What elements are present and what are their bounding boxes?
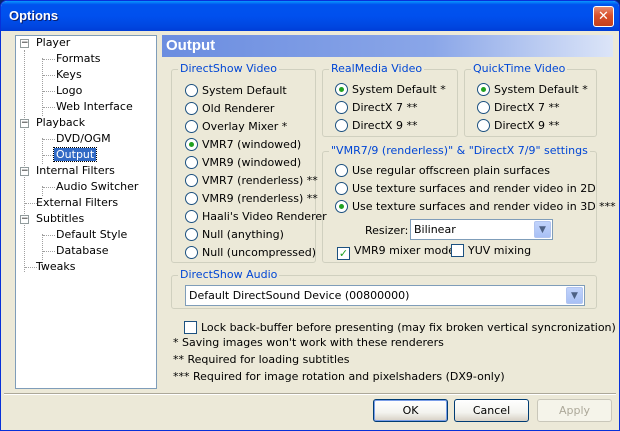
renderless-settings-title: "VMR7/9 (renderless)" & "DirectX 7/9" se… (329, 144, 590, 157)
chevron-down-icon: ▼ (534, 221, 551, 238)
yuv-mixing-checkbox[interactable]: YUV mixing (451, 243, 531, 259)
panel-title: Output (166, 37, 216, 54)
audio-device-value: Default DirectSound Device (00800000) (189, 289, 410, 302)
tree-item-playback[interactable]: Playback (34, 115, 87, 131)
directshow-video-title: DirectShow Video (178, 62, 279, 75)
tree-item-dvd-ogm[interactable]: DVD/OGM (54, 131, 113, 147)
cancel-button[interactable]: Cancel (454, 399, 529, 422)
directshow-audio-title: DirectShow Audio (178, 268, 280, 281)
tree-item-default-style[interactable]: Default Style (54, 227, 129, 243)
rm-radio-system-default[interactable]: System Default * (335, 82, 446, 98)
quicktime-video-group: QuickTime Video System Default * DirectX… (464, 62, 597, 137)
rm-radio-directx7[interactable]: DirectX 7 ** (335, 100, 417, 116)
expander-internal-filters[interactable]: − (20, 167, 29, 176)
resizer-value: Bilinear (414, 223, 456, 236)
tree-item-subtitles[interactable]: Subtitles (34, 211, 86, 227)
ds-radio-overlay-mixer[interactable]: Overlay Mixer * (185, 119, 287, 135)
note-saving-images: * Saving images won't work with these re… (173, 336, 444, 349)
window-title: Options (9, 8, 59, 23)
expander-playback[interactable]: − (20, 119, 29, 128)
tree-item-database[interactable]: Database (54, 243, 111, 259)
qt-radio-system-default[interactable]: System Default * (477, 82, 588, 98)
ds-radio-system-default[interactable]: System Default (185, 83, 287, 99)
directshow-audio-group: DirectShow Audio Default DirectSound Dev… (171, 268, 597, 309)
tree-item-player[interactable]: Player (34, 35, 72, 51)
options-tree[interactable]: − Player Formats Keys Logo Web Interface… (15, 35, 157, 389)
qt-radio-directx9[interactable]: DirectX 9 ** (477, 118, 559, 134)
rs-radio-texture-3d[interactable]: Use texture surfaces and render video in… (335, 199, 616, 215)
quicktime-video-title: QuickTime Video (471, 62, 568, 75)
vmr9-mixer-mode-checkbox[interactable]: ✓ VMR9 mixer mode (337, 243, 455, 260)
ds-radio-vmr9-renderless[interactable]: VMR9 (renderless) ** (185, 191, 318, 207)
resizer-label: Resizer: (365, 224, 409, 237)
realmedia-video-title: RealMedia Video (329, 62, 425, 75)
ds-radio-old-renderer[interactable]: Old Renderer (185, 101, 274, 117)
tree-item-keys[interactable]: Keys (54, 67, 84, 83)
ds-radio-vmr9-windowed[interactable]: VMR9 (windowed) (185, 155, 301, 171)
ds-radio-vmr7-renderless[interactable]: VMR7 (renderless) ** (185, 173, 318, 189)
rm-radio-directx9[interactable]: DirectX 9 ** (335, 118, 417, 134)
lock-backbuffer-checkbox[interactable]: Lock back-buffer before presenting (may … (184, 320, 616, 336)
footer-divider (4, 393, 616, 395)
expander-player[interactable]: − (20, 39, 29, 48)
close-icon: ✕ (598, 9, 609, 24)
expander-subtitles[interactable]: − (20, 215, 29, 224)
ds-radio-vmr7-windowed[interactable]: VMR7 (windowed) (185, 137, 301, 153)
ds-radio-haali[interactable]: Haali's Video Renderer (185, 209, 327, 225)
ds-radio-null-uncompressed[interactable]: Null (uncompressed) (185, 245, 316, 261)
options-window: Options ✕ − Player Formats Keys Logo Web… (0, 0, 620, 431)
rs-radio-texture-2d[interactable]: Use texture surfaces and render video in… (335, 181, 596, 197)
ds-radio-null-anything[interactable]: Null (anything) (185, 227, 284, 243)
resizer-select[interactable]: Bilinear ▼ (410, 219, 553, 240)
tree-item-output[interactable]: Output (52, 147, 98, 163)
note-rotation: *** Required for image rotation and pixe… (173, 370, 505, 383)
renderless-settings-group: "VMR7/9 (renderless)" & "DirectX 7/9" se… (322, 144, 616, 263)
check-icon: ✓ (337, 247, 350, 260)
tree-item-audio-switcher[interactable]: Audio Switcher (54, 179, 140, 195)
close-button[interactable]: ✕ (593, 6, 614, 27)
qt-radio-directx7[interactable]: DirectX 7 ** (477, 100, 559, 116)
note-subtitles: ** Required for loading subtitles (173, 353, 350, 366)
tree-item-logo[interactable]: Logo (54, 83, 84, 99)
tree-item-tweaks[interactable]: Tweaks (34, 259, 78, 275)
title-bar[interactable]: Options ✕ (1, 1, 619, 31)
audio-device-select[interactable]: Default DirectSound Device (00800000) ▼ (185, 285, 585, 306)
rs-radio-offscreen[interactable]: Use regular offscreen plain surfaces (335, 163, 550, 179)
tree-item-web-interface[interactable]: Web Interface (54, 99, 135, 115)
tree-item-internal-filters[interactable]: Internal Filters (34, 163, 117, 179)
tree-item-external-filters[interactable]: External Filters (34, 195, 120, 211)
realmedia-video-group: RealMedia Video System Default * DirectX… (322, 62, 458, 137)
directshow-video-group: DirectShow Video System Default Old Rend… (171, 62, 327, 263)
chevron-down-icon: ▼ (566, 287, 583, 304)
ok-button[interactable]: OK (373, 399, 448, 422)
dialog-content: − Player Formats Keys Logo Web Interface… (4, 31, 616, 429)
apply-button[interactable]: Apply (537, 399, 612, 422)
panel-header: Output (162, 35, 613, 57)
tree-item-formats[interactable]: Formats (54, 51, 103, 67)
